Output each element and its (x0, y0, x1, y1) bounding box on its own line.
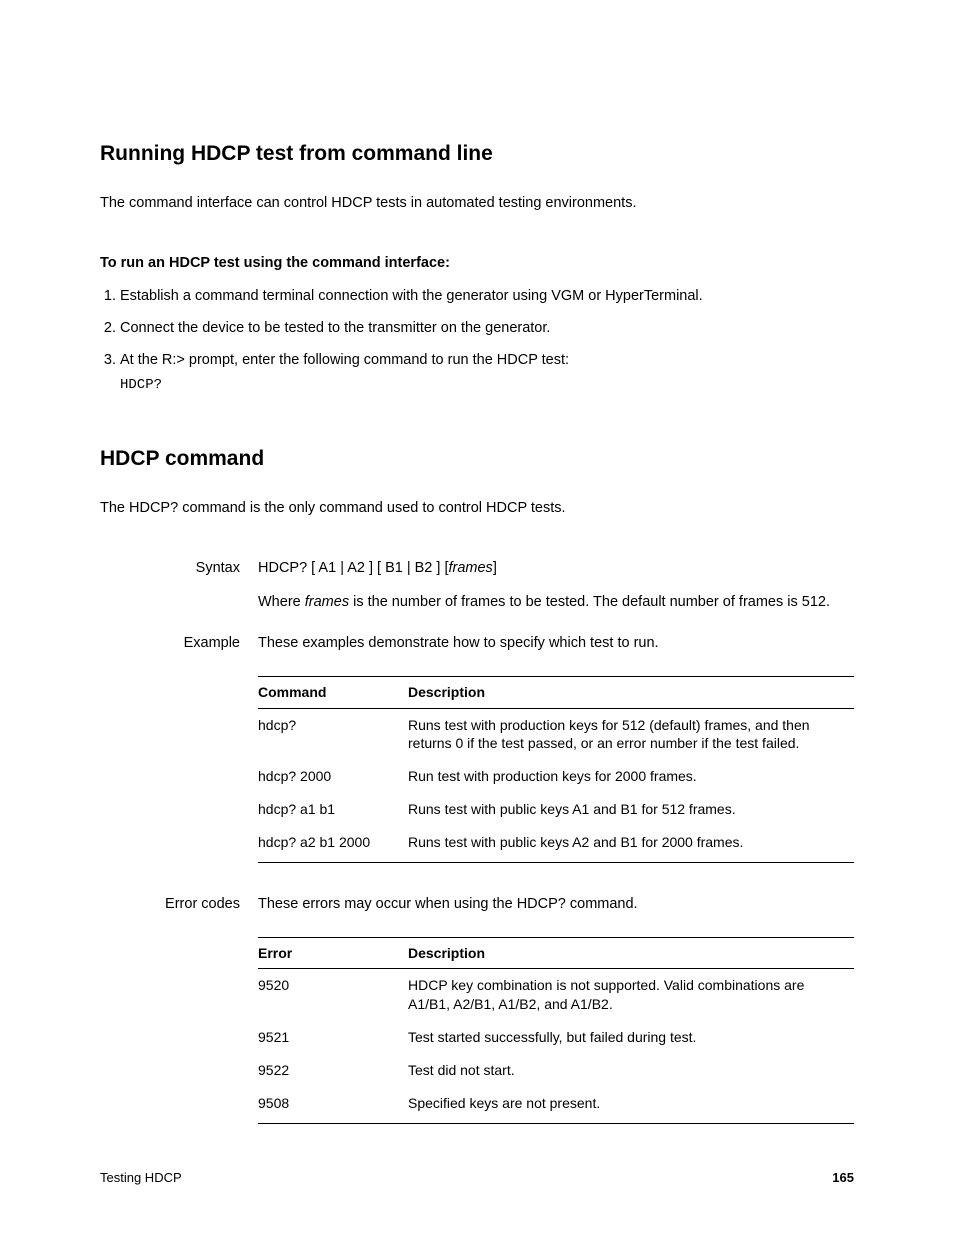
section-running-hdcp: Running HDCP test from command line The … (100, 140, 854, 395)
section-intro: The HDCP? command is the only command us… (100, 499, 854, 519)
step-2: Connect the device to be tested to the t… (120, 319, 854, 339)
example-intro: These examples demonstrate how to specif… (258, 634, 854, 654)
section-intro: The command interface can control HDCP t… (100, 194, 854, 214)
syntax-post: ] (493, 560, 497, 576)
step-3-text: At the R:> prompt, enter the following c… (120, 352, 569, 368)
cell-code: 9522 (258, 1054, 408, 1087)
syntax-label: Syntax (100, 559, 258, 612)
cell-cmd: hdcp? 2000 (258, 760, 408, 793)
where-post: is the number of frames to be tested. Th… (349, 594, 830, 610)
syntax-var: frames (448, 560, 492, 576)
section-hdcp-command: HDCP command The HDCP? command is the on… (100, 445, 854, 1134)
cell-code: 9520 (258, 969, 408, 1021)
cell-cmd: hdcp? a1 b1 (258, 793, 408, 826)
table-row: hdcp? a1 b1Runs test with public keys A1… (258, 793, 854, 826)
cell-desc: Specified keys are not present. (408, 1087, 854, 1123)
cell-code: 9521 (258, 1021, 408, 1054)
procedure-title: To run an HDCP test using the command in… (100, 254, 854, 274)
table-row: hdcp?Runs test with production keys for … (258, 708, 854, 760)
syntax-content: HDCP? [ A1 | A2 ] [ B1 | B2 ] [frames] W… (258, 559, 854, 612)
errors-table: Error Description 9520HDCP key combinati… (258, 937, 854, 1124)
where-var: frames (305, 594, 349, 610)
example-table: Command Description hdcp?Runs test with … (258, 676, 854, 863)
step-3: At the R:> prompt, enter the following c… (120, 351, 854, 395)
example-content: These examples demonstrate how to specif… (258, 634, 854, 873)
cell-desc: Test started successfully, but failed du… (408, 1021, 854, 1054)
errors-content: These errors may occur when using the HD… (258, 895, 854, 1134)
cell-desc: Runs test with public keys A1 and B1 for… (408, 793, 854, 826)
example-label: Example (100, 634, 258, 873)
section-title: HDCP command (100, 445, 854, 473)
footer-left: Testing HDCP (100, 1170, 182, 1185)
table-row: 9508Specified keys are not present. (258, 1087, 854, 1123)
page-footer: Testing HDCP 165 (100, 1169, 854, 1187)
page: Running HDCP test from command line The … (0, 0, 954, 1235)
syntax-entry: Syntax HDCP? [ A1 | A2 ] [ B1 | B2 ] [fr… (100, 559, 854, 612)
th-error: Error (258, 937, 408, 969)
table-row: 9521Test started successfully, but faile… (258, 1021, 854, 1054)
cell-desc: HDCP key combination is not supported. V… (408, 969, 854, 1021)
syntax-where: Where frames is the number of frames to … (258, 593, 854, 613)
table-row: 9520HDCP key combination is not supporte… (258, 969, 854, 1021)
table-row: 9522Test did not start. (258, 1054, 854, 1087)
syntax-line: HDCP? [ A1 | A2 ] [ B1 | B2 ] [frames] (258, 559, 854, 579)
syntax-pre: HDCP? [ A1 | A2 ] [ B1 | B2 ] [ (258, 560, 448, 576)
procedure-list: Establish a command terminal connection … (100, 287, 854, 395)
section-title: Running HDCP test from command line (100, 140, 854, 168)
cell-desc: Run test with production keys for 2000 f… (408, 760, 854, 793)
errors-label: Error codes (100, 895, 258, 1134)
footer-page-number: 165 (832, 1169, 854, 1187)
cell-desc: Runs test with public keys A2 and B1 for… (408, 826, 854, 862)
table-row: hdcp? a2 b1 2000Runs test with public ke… (258, 826, 854, 862)
th-description: Description (408, 937, 854, 969)
cell-desc: Test did not start. (408, 1054, 854, 1087)
th-description: Description (408, 676, 854, 708)
cell-cmd: hdcp? a2 b1 2000 (258, 826, 408, 862)
where-pre: Where (258, 594, 305, 610)
cell-desc: Runs test with production keys for 512 (… (408, 708, 854, 760)
example-entry: Example These examples demonstrate how t… (100, 634, 854, 873)
errors-entry: Error codes These errors may occur when … (100, 895, 854, 1134)
step-3-command: HDCP? (120, 376, 854, 395)
cell-cmd: hdcp? (258, 708, 408, 760)
cell-code: 9508 (258, 1087, 408, 1123)
step-1: Establish a command terminal connection … (120, 287, 854, 307)
th-command: Command (258, 676, 408, 708)
table-row: hdcp? 2000Run test with production keys … (258, 760, 854, 793)
errors-intro: These errors may occur when using the HD… (258, 895, 854, 915)
